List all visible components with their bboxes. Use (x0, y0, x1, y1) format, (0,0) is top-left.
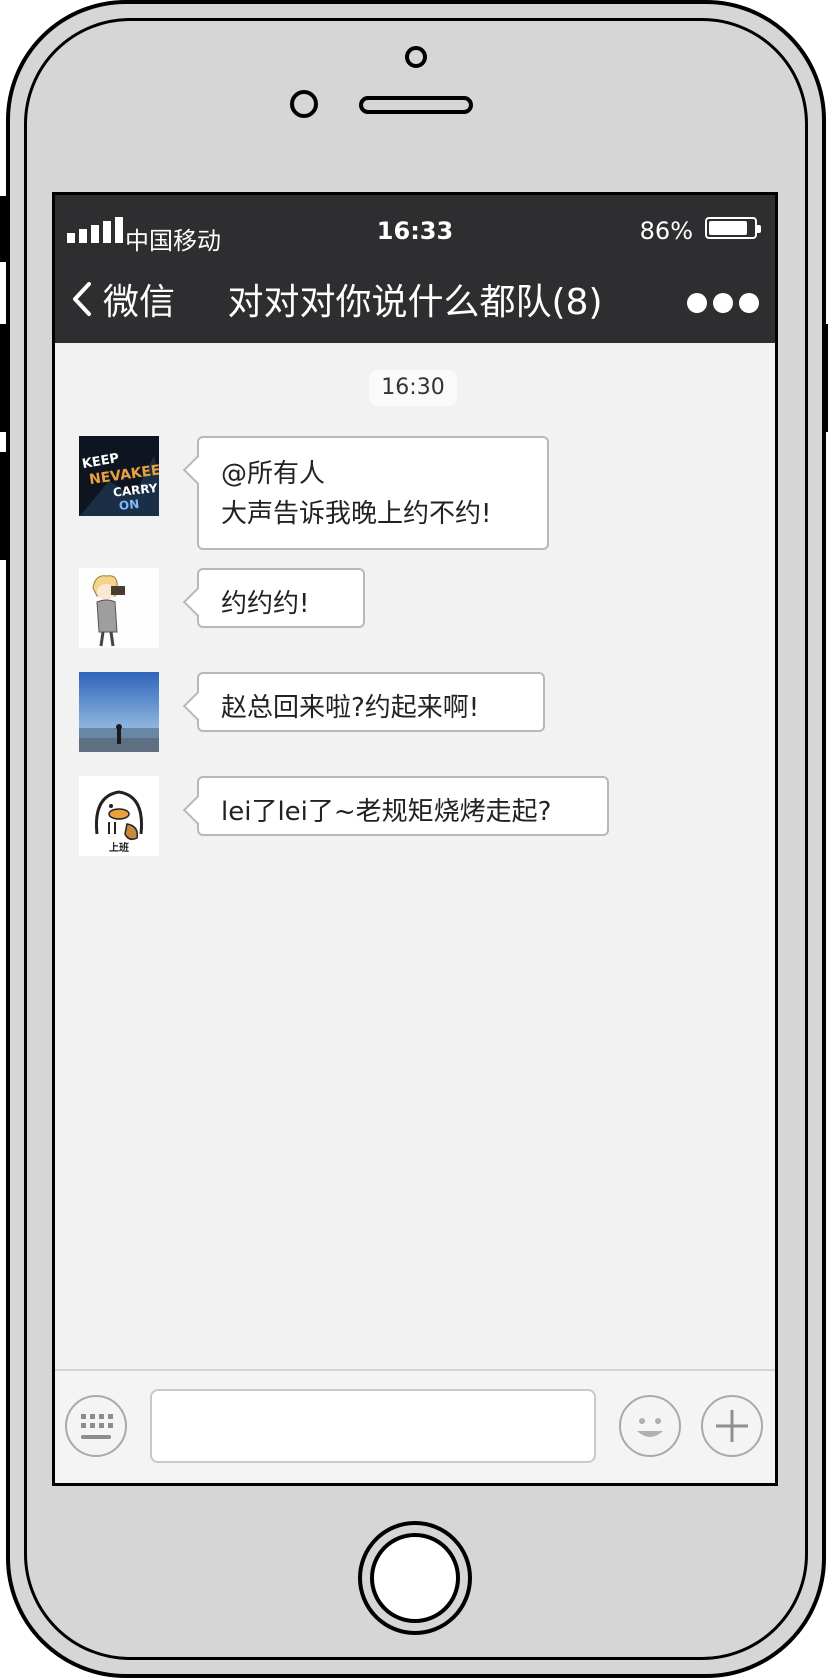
battery-icon (705, 217, 761, 239)
home-button[interactable] (358, 1521, 472, 1635)
message-text: 约约约! (221, 589, 310, 619)
screen: 中国移动 16:33 86% 微信 对对对你说什么都队(8) 16:30 KEE… (52, 192, 778, 1486)
earpiece-speaker (359, 96, 473, 114)
chevron-left-icon (73, 282, 91, 316)
back-label: 微信 (103, 282, 176, 323)
avatar-anime-boy[interactable] (79, 568, 159, 648)
message-bubble[interactable]: 约约约! (197, 568, 365, 628)
battery-percent: 86% (639, 217, 693, 245)
side-button-power (822, 324, 828, 432)
avatar-beach-photo[interactable] (79, 672, 159, 752)
more-dots-icon[interactable] (687, 293, 759, 313)
nav-bar: 微信 对对对你说什么都队(8) (55, 263, 775, 343)
svg-text:上班: 上班 (109, 841, 129, 854)
back-button[interactable]: 微信 (69, 273, 175, 325)
avatar-keep-carry-on[interactable]: KEEP NEVAKEE CARRY ON (79, 436, 159, 516)
keyboard-icon[interactable] (65, 1395, 127, 1457)
message-bubble[interactable]: lei了lei了~老规矩烧烤走起? (197, 776, 609, 836)
chat-area[interactable]: 16:30 KEEP NEVAKEE CARRY ON @所有人 大声告诉我晚上… (55, 343, 775, 1373)
chat-title: 对对对你说什么都队(8) (227, 282, 603, 323)
proximity-sensor (290, 90, 318, 118)
message-text: 大声告诉我晚上约不约! (221, 499, 492, 529)
message-bubble[interactable]: 赵总回来啦?约起来啊! (197, 672, 545, 732)
message-text: 赵总回来啦?约起来啊! (221, 693, 480, 723)
plus-icon[interactable] (701, 1395, 763, 1457)
message-text: lei了lei了~老规矩烧烤走起? (221, 797, 552, 827)
side-button-volume-up (0, 324, 6, 432)
input-bar (55, 1369, 775, 1483)
message-timestamp: 16:30 (369, 370, 457, 406)
side-button-volume-down (0, 452, 6, 560)
message-input[interactable] (150, 1389, 596, 1463)
side-button-mute (0, 196, 6, 262)
avatar-duck-sticker[interactable]: 上班 (79, 776, 159, 856)
svg-text:ON: ON (118, 497, 140, 513)
app-header: 中国移动 16:33 86% 微信 对对对你说什么都队(8) (55, 195, 775, 343)
status-bar: 中国移动 16:33 86% (55, 195, 775, 263)
message-bubble[interactable]: @所有人 大声告诉我晚上约不约! (197, 436, 549, 550)
message-text: @所有人 (221, 459, 326, 489)
front-camera (405, 46, 427, 68)
emoji-icon[interactable] (619, 1395, 681, 1457)
